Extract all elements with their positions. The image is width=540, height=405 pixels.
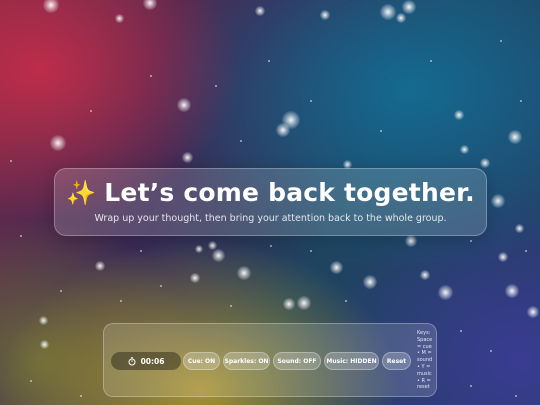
- cue-subtitle: Wrap up your thought, then bring your at…: [94, 213, 447, 224]
- sparkle: [190, 273, 200, 283]
- stopwatch-icon: [128, 356, 136, 365]
- sparkle: [498, 252, 508, 262]
- sparkle: [438, 285, 453, 300]
- sparkle: [282, 111, 300, 129]
- sparkle: [460, 145, 469, 154]
- sparkle: [212, 249, 225, 262]
- keys-line: = cue: [417, 343, 432, 350]
- sparkle: [380, 4, 396, 20]
- sparkle: [491, 194, 505, 208]
- keys-line: reset: [417, 384, 430, 391]
- keys-line: • M =: [417, 350, 432, 357]
- sparkle: [527, 306, 539, 318]
- sparkle: [237, 266, 251, 280]
- cue-toggle-button[interactable]: Cue: ON: [183, 352, 220, 370]
- sparkle: [405, 235, 417, 247]
- cue-title-row: ✨ Let’s come back together.: [55, 178, 486, 207]
- sparkle: [39, 316, 48, 325]
- sparkle: [43, 0, 59, 13]
- sparkle: [420, 270, 430, 280]
- sparkle: [363, 275, 377, 289]
- sparkle: [276, 123, 290, 137]
- timer-value: 00:06: [140, 356, 165, 366]
- keys-line: Space: [417, 336, 433, 343]
- sparkle: [195, 245, 203, 253]
- sparkle: [454, 110, 464, 120]
- sparkle: [182, 152, 193, 163]
- timer-display: 00:06: [111, 352, 181, 370]
- sparkle: [320, 10, 330, 20]
- reset-button[interactable]: Reset: [382, 352, 411, 370]
- control-bar: 00:06 Cue: ON Sparkles: ON Sound: OFF Mu…: [103, 323, 437, 397]
- sparkles-icon: ✨: [66, 178, 97, 207]
- cue-card: ✨ Let’s come back together. Wrap up your…: [54, 168, 487, 236]
- sparkle: [505, 284, 519, 298]
- sparkle: [402, 0, 416, 14]
- sparkle: [283, 298, 295, 310]
- sparkle: [177, 98, 191, 112]
- sparkle: [255, 6, 265, 16]
- keys-line: • R =: [417, 377, 431, 384]
- keys-line: music: [417, 370, 432, 377]
- sparkle: [480, 158, 490, 168]
- sparkle: [508, 130, 522, 144]
- sparkle: [95, 261, 105, 271]
- sparkle: [330, 261, 343, 274]
- sparkle: [50, 135, 66, 151]
- sparkle: [143, 0, 157, 10]
- sparkle: [396, 13, 406, 23]
- keys-line: • Y =: [417, 363, 431, 370]
- music-toggle-button[interactable]: Music: HIDDEN: [324, 352, 379, 370]
- sparkle: [515, 224, 524, 233]
- sparkle: [297, 296, 311, 310]
- sparkle: [208, 241, 217, 250]
- sparkle: [40, 340, 49, 349]
- sparkles-toggle-button[interactable]: Sparkles: ON: [223, 352, 270, 370]
- sparkle: [115, 14, 124, 23]
- cue-title: Let’s come back together.: [104, 178, 475, 207]
- keyboard-shortcuts-help: Keys: Space = cue • M = sound • Y = musi…: [417, 330, 437, 391]
- keys-line: sound: [417, 357, 433, 364]
- keys-line: Keys:: [417, 330, 431, 336]
- sound-toggle-button[interactable]: Sound: OFF: [273, 352, 321, 370]
